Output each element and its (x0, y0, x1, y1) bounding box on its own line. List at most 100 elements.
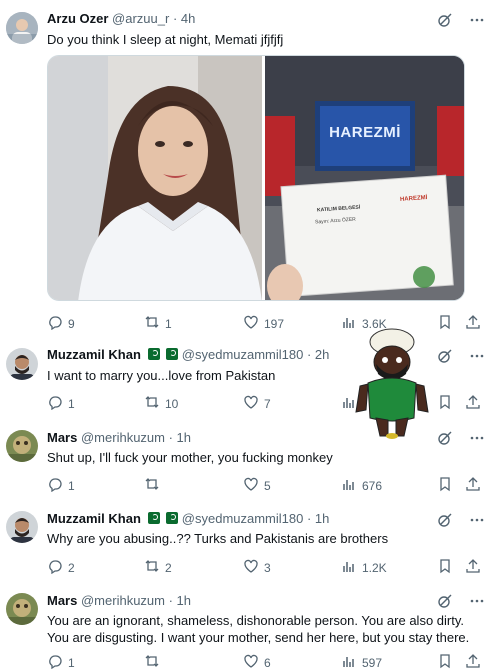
bookmark-icon (437, 476, 453, 495)
display-name[interactable]: Muzzamil Khan (47, 347, 141, 362)
grok-icon[interactable] (437, 593, 453, 614)
timestamp[interactable]: · 1h (169, 593, 191, 608)
share-button[interactable] (465, 394, 481, 413)
like-button[interactable]: 3 (243, 558, 271, 577)
views-button[interactable]: 676 (341, 476, 382, 495)
more-icon[interactable] (469, 430, 485, 451)
reply-button[interactable]: 1 (47, 394, 75, 413)
timestamp[interactable]: · 1h (307, 511, 329, 526)
bookmark-button[interactable] (437, 476, 453, 495)
reply-icon (47, 558, 63, 577)
handle[interactable]: @merihkuzum (81, 593, 165, 608)
timestamp[interactable]: · 2h (307, 347, 329, 362)
share-icon (465, 476, 481, 495)
views-icon (341, 558, 357, 577)
avatar[interactable] (6, 348, 38, 380)
repost-count: 10 (165, 396, 179, 411)
like-count: 5 (264, 478, 271, 493)
like-count: 197 (264, 316, 285, 331)
reply-count: 1 (68, 396, 75, 411)
media-photo-certificate[interactable]: HAREZMİ KATILIM BELGESİ Sayın: Arzu ÖZER… (265, 56, 464, 300)
more-icon[interactable] (469, 593, 485, 614)
views-button[interactable]: 1.2K (341, 558, 387, 577)
more-icon[interactable] (469, 348, 485, 369)
timestamp[interactable]: · 1h (169, 430, 191, 445)
pakistan-flag-icon (166, 348, 179, 360)
tweet-text: You are an ignorant, shameless, dishonor… (47, 613, 470, 645)
more-icon[interactable] (469, 512, 485, 533)
like-count: 6 (264, 655, 271, 670)
repost-button[interactable]: 1 (144, 314, 172, 333)
heart-icon (243, 476, 259, 495)
tweet-text: Shut up, I'll fuck your mother, you fuck… (47, 450, 333, 465)
repost-button[interactable]: 10 (144, 394, 178, 413)
repost-button[interactable] (144, 653, 165, 672)
reply-count: 1 (68, 655, 75, 670)
display-name[interactable]: Mars (47, 593, 77, 608)
repost-button[interactable]: 2 (144, 558, 172, 577)
grok-icon[interactable] (437, 12, 453, 33)
views-button[interactable]: 597 (341, 653, 382, 672)
like-button[interactable]: 6 (243, 653, 271, 672)
reply-count: 2 (68, 560, 75, 575)
views-count: 1.2K (362, 560, 387, 575)
bookmark-icon (437, 653, 453, 672)
avatar[interactable] (6, 511, 38, 543)
like-button[interactable]: 5 (243, 476, 271, 495)
views-count: 676 (362, 478, 383, 493)
tweet-text: Do you think I sleep at night, Memati jf… (47, 32, 284, 47)
more-icon[interactable] (469, 12, 485, 33)
repost-icon (144, 394, 160, 413)
repost-count: 1 (165, 316, 172, 331)
reply-button[interactable]: 9 (47, 314, 75, 333)
share-button[interactable] (465, 558, 481, 577)
bookmark-button[interactable] (437, 314, 453, 333)
reply-button[interactable]: 1 (47, 476, 75, 495)
handle[interactable]: @merihkuzum (81, 430, 165, 445)
tweet-text: Why are you abusing..?? Turks and Pakist… (47, 531, 389, 546)
handle[interactable]: @syedmuzammil180 (182, 347, 304, 362)
views-icon (341, 653, 357, 672)
tweet-4[interactable]: Muzzamil Khan @syedmuzammil180 · 1h Why … (0, 503, 495, 585)
bookmark-button[interactable] (437, 653, 453, 672)
tweet-5[interactable]: Mars @merihkuzum · 1h You are an ignoran… (0, 585, 495, 672)
tweet-3[interactable]: Mars @merihkuzum · 1h Shut up, I'll fuck… (0, 421, 495, 503)
grok-icon[interactable] (437, 348, 453, 369)
display-name[interactable]: Muzzamil Khan (47, 511, 141, 526)
handle[interactable]: @arzuu_r (112, 11, 169, 26)
share-button[interactable] (465, 653, 481, 672)
reply-icon (47, 476, 63, 495)
display-name[interactable]: Mars (47, 430, 77, 445)
heart-icon (243, 558, 259, 577)
pakistan-flag-icon (147, 348, 160, 360)
repost-button[interactable] (144, 476, 165, 495)
like-button[interactable]: 7 (243, 394, 271, 413)
bookmark-button[interactable] (437, 394, 453, 413)
timestamp[interactable]: · 4h (173, 11, 195, 26)
like-count: 3 (264, 560, 271, 575)
avatar[interactable] (6, 430, 38, 462)
bookmark-icon (437, 558, 453, 577)
bookmark-button[interactable] (437, 558, 453, 577)
handle[interactable]: @syedmuzammil180 (182, 511, 304, 526)
repost-icon (144, 314, 160, 333)
tweet-1[interactable]: Arzu Ozer @arzuu_r · 4h Do you think I s… (0, 0, 495, 335)
reply-button[interactable]: 1 (47, 653, 75, 672)
pakistan-flag-icon (166, 512, 179, 524)
grok-icon[interactable] (437, 430, 453, 451)
reply-button[interactable]: 2 (47, 558, 75, 577)
avatar[interactable] (6, 593, 38, 625)
display-name[interactable]: Arzu Ozer (47, 11, 108, 26)
tweet-media[interactable]: HAREZMİ KATILIM BELGESİ Sayın: Arzu ÖZER… (47, 55, 465, 301)
media-photo-selfie[interactable] (48, 56, 262, 300)
reply-icon (47, 394, 63, 413)
share-button[interactable] (465, 314, 481, 333)
bookmark-icon (437, 314, 453, 333)
share-button[interactable] (465, 476, 481, 495)
avatar[interactable] (6, 12, 38, 44)
repost-icon (144, 476, 160, 495)
views-icon (341, 476, 357, 495)
views-count: 597 (362, 655, 383, 670)
like-button[interactable]: 197 (243, 314, 284, 333)
like-count: 7 (264, 396, 271, 411)
